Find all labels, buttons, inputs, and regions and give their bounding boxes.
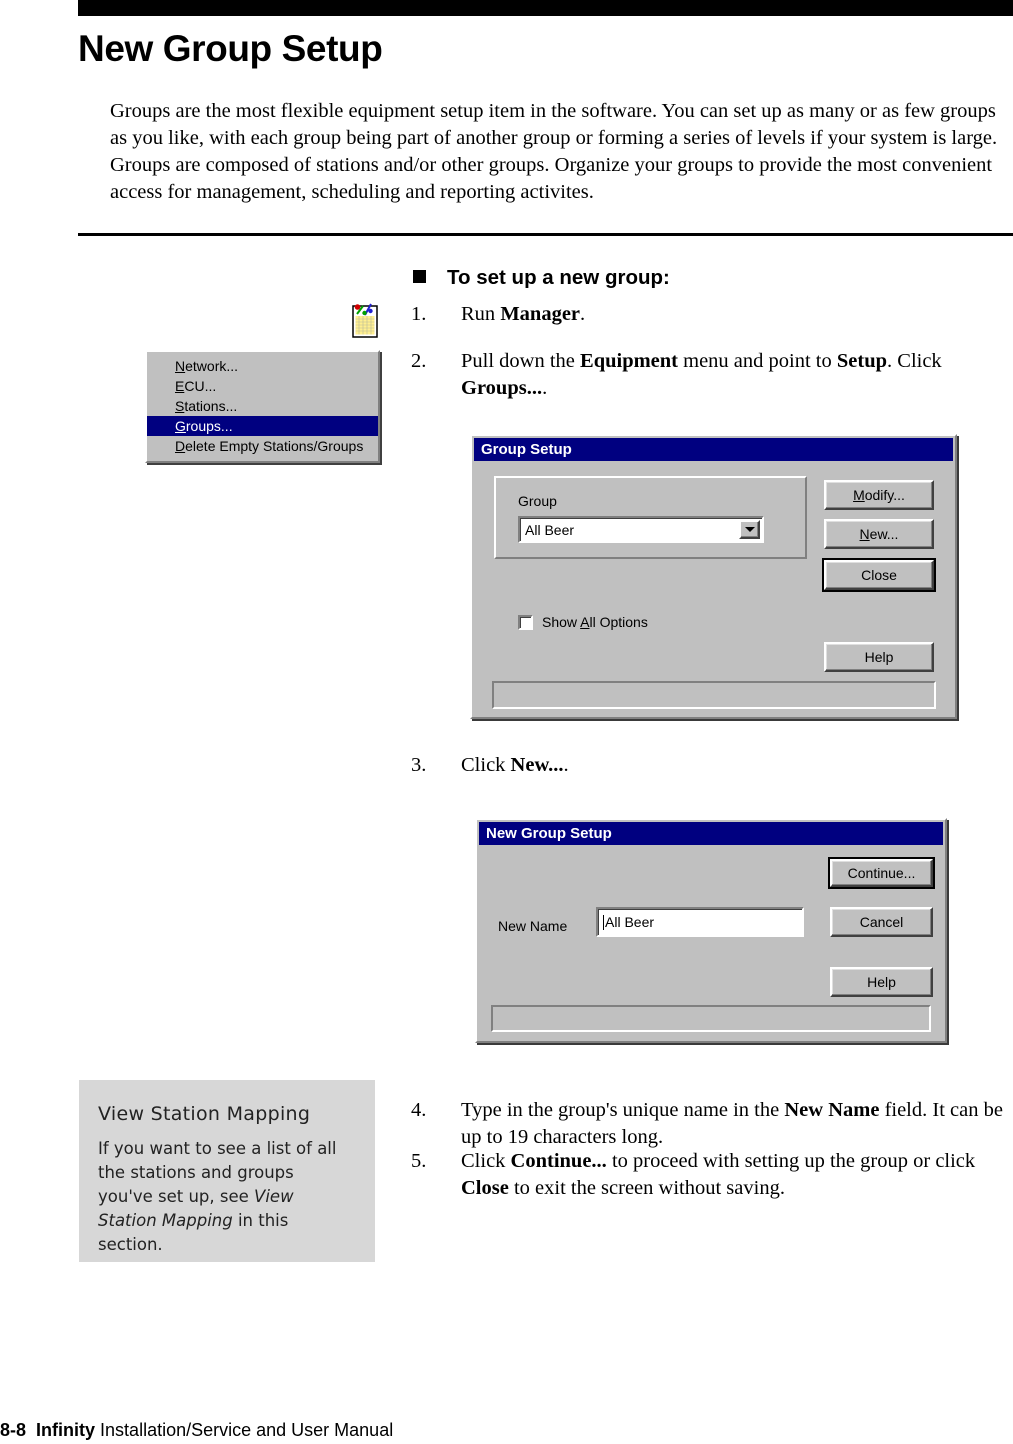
footer-manual-title: Installation/Service and User Manual (100, 1420, 394, 1440)
group-label: Group (518, 493, 557, 509)
new-name-label: New Name (498, 918, 568, 934)
menu-item-stations[interactable]: Stations... (147, 396, 378, 416)
show-all-options-label: Show All Options (542, 614, 648, 630)
modify-button[interactable]: Modify... (824, 480, 934, 510)
footer-brand: Infinity (36, 1420, 96, 1440)
step-number: 4. (411, 1099, 427, 1121)
intro-paragraph: Groups are the most flexible equipment s… (110, 100, 998, 203)
continue-button-label: Continue... (830, 859, 933, 887)
sidebar-note-body: If you want to see a list of all the sta… (98, 1139, 337, 1254)
procedure-step-5: 5. Click Continue... to proceed with set… (411, 1148, 1011, 1202)
continue-button[interactable]: Continue... (828, 857, 935, 889)
new-group-setup-titlebar: New Group Setup (479, 822, 943, 845)
notepad-pencils-icon (352, 302, 378, 338)
menu-item-groups[interactable]: Groups... (147, 416, 378, 436)
section-divider (78, 233, 1013, 236)
procedure-step-1: 1. Run Manager. (411, 301, 971, 328)
new-name-input[interactable]: All Beer (596, 907, 804, 937)
step-number: 1. (411, 303, 427, 325)
new-group-setup-dialog[interactable]: New Group Setup New Name All Beer Contin… (475, 818, 947, 1043)
step-text: Pull down the Equipment menu and point t… (461, 350, 942, 399)
step-text: Click Continue... to proceed with settin… (461, 1150, 976, 1199)
step-number: 3. (411, 754, 427, 776)
page-footer: 8-8 Infinity Installation/Service and Us… (0, 1420, 393, 1441)
page-title: New Group Setup (78, 28, 383, 69)
close-button[interactable]: Close (822, 558, 936, 592)
group-setup-dialog[interactable]: Group Setup Group All Beer Show All Opti… (470, 434, 957, 719)
sidebar-note-title: View Station Mapping (98, 1103, 311, 1125)
group-setup-titlebar: Group Setup (474, 438, 953, 461)
procedure-step-2: 2. Pull down the Equipment menu and poin… (411, 348, 1001, 402)
menu-item-network[interactable]: Network... (147, 356, 378, 376)
new-group-statusbar (491, 1005, 931, 1032)
square-bullet-icon (413, 270, 426, 283)
step-text: Type in the group's unique name in the N… (461, 1099, 1003, 1148)
show-all-options-checkbox-row[interactable]: Show All Options (518, 614, 648, 630)
sidebar-note: View Station Mapping If you want to see … (79, 1080, 375, 1262)
cancel-button[interactable]: Cancel (830, 907, 933, 937)
new-button[interactable]: New... (824, 519, 934, 549)
procedure-heading: To set up a new group: (413, 266, 670, 290)
group-combobox[interactable]: All Beer (518, 516, 764, 543)
text-cursor (603, 914, 604, 930)
equipment-setup-menu[interactable]: Network... ECU... Stations... Groups... … (145, 350, 380, 463)
group-setup-statusbar (492, 681, 936, 709)
menu-item-ecu[interactable]: ECU... (147, 376, 378, 396)
close-button-label: Close (824, 560, 934, 590)
menu-item-delete-empty-stations-groups[interactable]: Delete Empty Stations/Groups (147, 436, 378, 456)
step-number: 2. (411, 350, 427, 372)
group-combobox-value: All Beer (525, 521, 575, 538)
procedure-heading-label: To set up a new group: (447, 266, 670, 289)
procedure-step-4: 4. Type in the group's unique name in th… (411, 1097, 1011, 1151)
step-text: Click New.... (461, 754, 569, 776)
procedure-step-3: 3. Click New.... (411, 752, 971, 779)
header-rule-bar (78, 0, 1013, 16)
step-number: 5. (411, 1150, 427, 1172)
step-text: Run Manager. (461, 303, 586, 325)
footer-page-number: 8-8 (0, 1420, 27, 1440)
chevron-down-icon[interactable] (739, 520, 760, 539)
show-all-options-checkbox[interactable] (518, 614, 533, 630)
help-button[interactable]: Help (824, 642, 934, 672)
new-name-value: All Beer (605, 914, 655, 930)
new-group-help-button[interactable]: Help (830, 967, 933, 997)
